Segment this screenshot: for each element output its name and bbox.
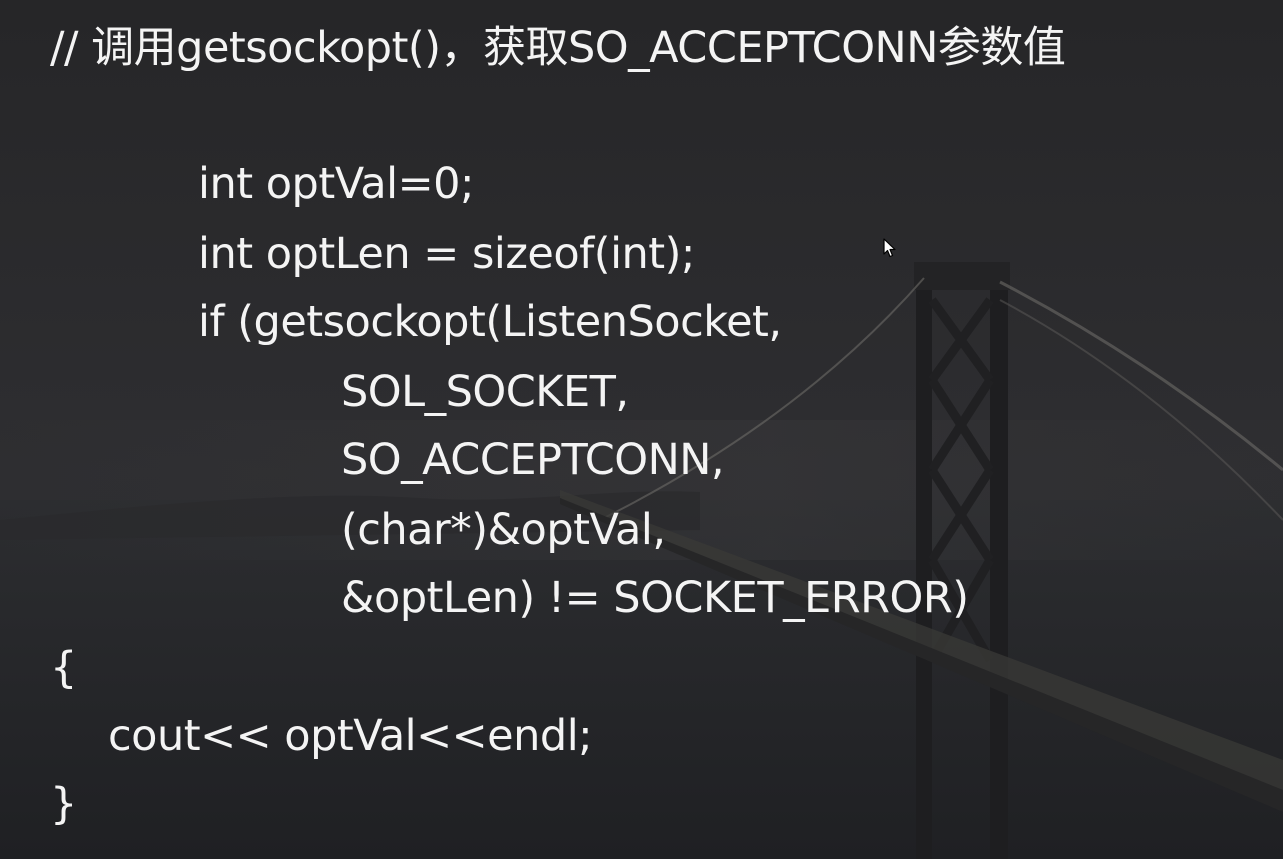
code-line: cout<< optVal<<endl;	[108, 711, 593, 761]
code-line: if (getsockopt(ListenSocket,	[198, 297, 782, 347]
code-line: (char*)&optVal,	[341, 505, 666, 555]
code-line: SO_ACCEPTCONN,	[341, 435, 725, 485]
code-line: int optLen = sizeof(int);	[198, 229, 695, 279]
code-line: SOL_SOCKET,	[341, 367, 629, 417]
code-line: int optVal=0;	[198, 159, 474, 209]
code-comment: // 调用getsockopt()，获取SO_ACCEPTCONN参数值	[50, 23, 1066, 73]
code-line: &optLen) != SOCKET_ERROR)	[341, 573, 969, 623]
mouse-pointer-icon	[883, 238, 896, 258]
code-line: }	[50, 779, 77, 829]
code-line: {	[50, 643, 77, 693]
